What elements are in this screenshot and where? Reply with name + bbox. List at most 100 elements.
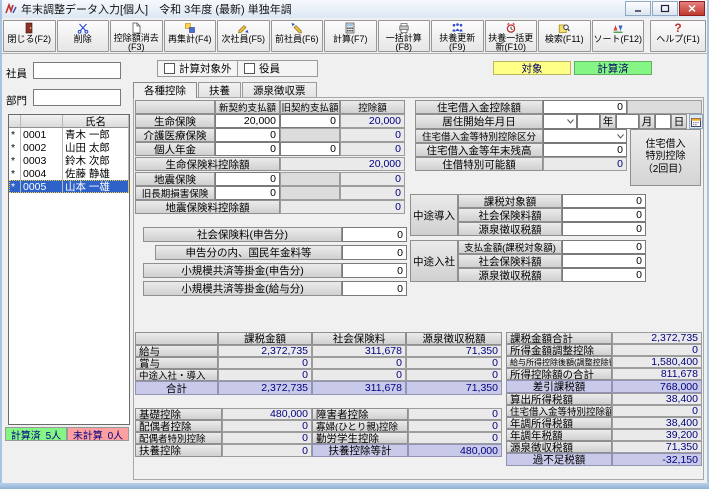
employee-row[interactable]: * 0001 青木 一郎 [9, 128, 129, 141]
mutual-aid-declared-label: 小規模共済等掛金(申告分) [143, 263, 342, 278]
pension-new-input[interactable]: 0 [215, 142, 280, 156]
employee-row[interactable]: * 0004 佐藤 静雄 [9, 167, 129, 180]
officer-checkbox[interactable]: 役員 [238, 61, 317, 76]
target-badge: 対象 [493, 61, 571, 75]
calculate-button[interactable]: 計算(F7) [324, 20, 377, 52]
uncalculated-status: 未計算 0人 [67, 427, 129, 441]
era-combobox[interactable] [543, 114, 577, 129]
employee-search-input[interactable] [33, 62, 121, 79]
calendar-button[interactable] [689, 114, 703, 129]
social-insurance-input[interactable]: 0 [342, 227, 407, 242]
checkbox-icon [244, 63, 255, 74]
calc-status-bar: 計算済 5人 未計算 0人 [5, 427, 129, 441]
summary-social-header: 社会保険料 [312, 332, 406, 345]
quake-deduction-value: 0 [340, 172, 405, 186]
care-new-input[interactable]: 0 [215, 128, 280, 142]
dependents-batch-update-button[interactable]: 扶養一括更新(F10) [485, 20, 538, 52]
department-search-input[interactable] [33, 89, 121, 106]
housing-second-deduction-button[interactable]: 住宅借入 特別控除 （2回目） [630, 129, 701, 186]
recalc-button[interactable]: 再集計(F4) [164, 20, 217, 52]
midway-join-withheld-input[interactable]: 0 [562, 268, 646, 282]
employee-list-header: 氏名 [9, 115, 129, 128]
tab-dependents[interactable]: 扶養 [198, 82, 241, 97]
national-pension-label: 申告分の内、国民年金料等 [155, 245, 342, 260]
national-pension-input[interactable]: 0 [342, 245, 407, 260]
life-insurance-label: 生命保険 [135, 114, 215, 128]
midway-intro-social-input[interactable]: 0 [562, 208, 646, 222]
delete-button[interactable]: 削除 [57, 20, 110, 52]
sort-button[interactable]: ソート(F12) [592, 20, 645, 52]
day-unit-label: 日 [671, 114, 687, 129]
close-form-button[interactable]: 閉じる(F2) [3, 20, 56, 52]
midway-taxable-value: 0 [218, 369, 312, 381]
month-input[interactable] [616, 114, 639, 129]
pension-old-input[interactable]: 0 [280, 142, 340, 156]
midway-intro-taxable-input[interactable]: 0 [562, 194, 646, 208]
month-unit-label: 月 [639, 114, 655, 129]
calculated-tax-value: 38,400 [612, 393, 702, 405]
housing-balance-input[interactable]: 0 [543, 143, 627, 157]
close-button[interactable] [679, 1, 705, 16]
widow-deduction-value: 0 [408, 420, 502, 432]
longterm-disabled [280, 186, 340, 200]
summary-withheld-header: 源泉徴収税額 [406, 332, 502, 345]
life-new-input[interactable]: 20,000 [215, 114, 280, 128]
housing-category-combobox[interactable] [543, 129, 627, 143]
yearend-tax-label: 年調年税額 [506, 429, 612, 441]
longterm-deduction-value: 0 [340, 186, 405, 200]
filter-box: 計算対象外 役員 [157, 60, 318, 77]
employee-row-selected[interactable]: * 0005 山本 一雄 [9, 180, 129, 193]
door-icon [23, 22, 35, 35]
app-logo-icon [5, 3, 17, 15]
dependents-update-button[interactable]: 扶養更新(F9) [431, 20, 484, 52]
window-frame-left [0, 0, 2, 489]
care-old-disabled [280, 128, 340, 142]
disability-deduction-label: 障害者控除 [312, 408, 408, 420]
mutual-aid-declared-input[interactable]: 0 [342, 263, 407, 278]
life-deduction-value: 20,000 [340, 114, 405, 128]
midway-join-social-input[interactable]: 0 [562, 254, 646, 268]
longterm-input[interactable]: 0 [215, 186, 280, 200]
insurance-corner-cell [135, 100, 215, 114]
care-insurance-label: 介護医療保険 [135, 128, 215, 142]
after-salary-deduction-label: 給与所得控除後額(調整控除後) [506, 356, 612, 368]
midway-join-payment-label: 支払金額(課税対象額) [458, 240, 562, 254]
tab-withholding-slip[interactable]: 源泉徴収票 [242, 82, 317, 97]
income-adjust-value: 0 [612, 344, 702, 356]
help-button[interactable]: ? ヘルプ(F1) [650, 20, 706, 52]
midway-intro-withheld-label: 源泉徴収税額 [458, 222, 562, 236]
life-old-input[interactable]: 0 [280, 114, 340, 128]
salary-withheld-value: 71,350 [406, 345, 502, 357]
exclude-from-calc-checkbox[interactable]: 計算対象外 [158, 61, 238, 76]
excess-shortage-value: -32,150 [612, 453, 702, 466]
employee-row[interactable]: * 0003 鈴木 次郎 [9, 154, 129, 167]
bonus-row-label: 賞与 [135, 357, 218, 369]
total-social-value: 311,678 [312, 381, 406, 395]
mutual-aid-salary-input[interactable]: 0 [342, 281, 407, 296]
minimize-button[interactable] [625, 1, 651, 16]
deduction-header: 控除額 [340, 100, 405, 114]
search-button[interactable]: 検索(F11) [538, 20, 591, 52]
prev-employee-button[interactable]: 前社員(F6) [271, 20, 324, 52]
housing-deduction-input[interactable]: 0 [543, 100, 627, 114]
day-input[interactable] [655, 114, 671, 129]
maximize-button[interactable] [652, 1, 678, 16]
alarm-clock-icon [505, 22, 517, 34]
batch-calculate-button[interactable]: 一括計算(F8) [378, 20, 431, 52]
midway-join-payment-input[interactable]: 0 [562, 240, 646, 254]
deduction-total-label: 所得控除額の合計 [506, 368, 612, 380]
tab-deductions[interactable]: 各種控除 [133, 82, 197, 98]
toolbar: 閉じる(F2) 削除 控除額消去(F3) 再集計(F4) 次社員(F5) 前社員… [2, 18, 707, 54]
net-taxable-value: 768,000 [612, 380, 702, 393]
midway-intro-withheld-input[interactable]: 0 [562, 222, 646, 236]
spouse-deduction-value: 0 [222, 420, 312, 432]
widow-deduction-label: 寡婦(ひとり親)控除 [312, 420, 408, 432]
calculated-badge: 計算済 [574, 61, 652, 75]
residence-date-label: 居住開始年月日 [415, 114, 543, 129]
next-employee-button[interactable]: 次社員(F5) [217, 20, 270, 52]
quake-input[interactable]: 0 [215, 172, 280, 186]
year-input[interactable] [577, 114, 600, 129]
clear-deduction-button[interactable]: 控除額消去(F3) [110, 20, 163, 52]
employee-row[interactable]: * 0002 山田 太郎 [9, 141, 129, 154]
window-title: 年末調整データ入力[個人] 令和 3年度 (最新) 単独年調 [21, 1, 292, 17]
